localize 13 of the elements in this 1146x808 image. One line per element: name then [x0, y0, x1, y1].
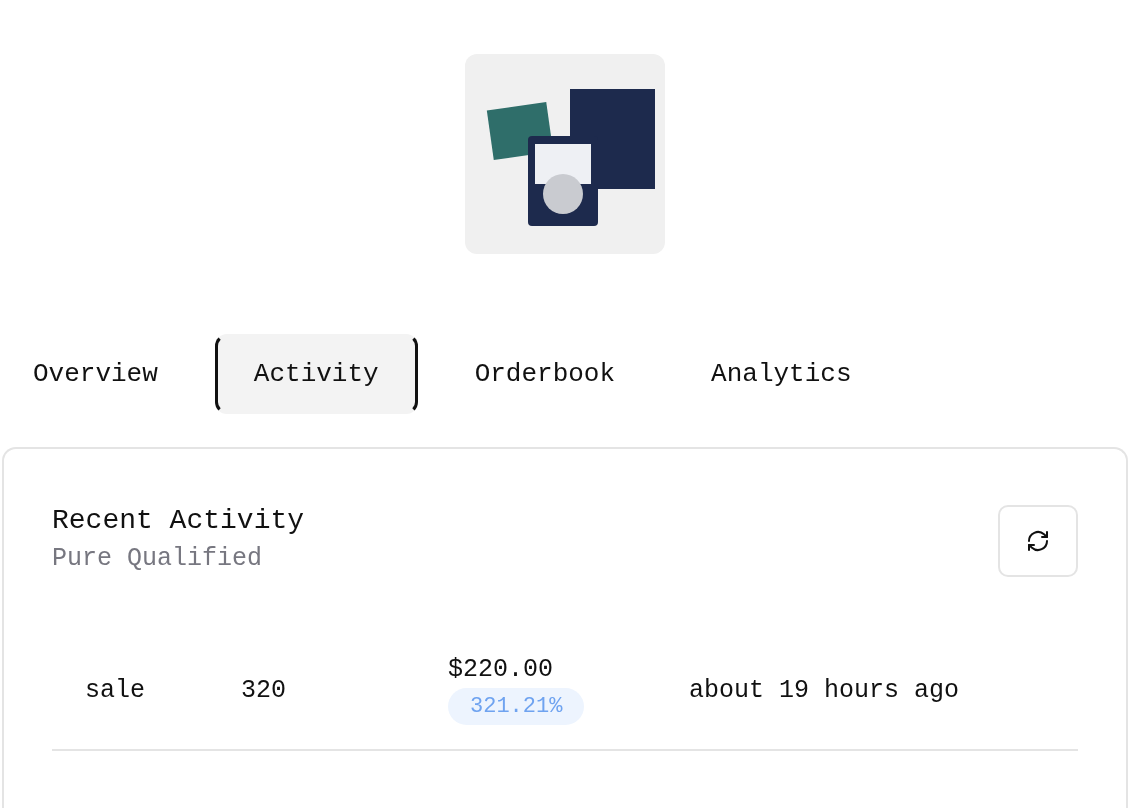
- quantity: 320: [241, 675, 287, 705]
- card-subtitle: Pure Qualified: [52, 544, 264, 573]
- tab[interactable]: Analytics: [672, 334, 891, 414]
- tab[interactable]: Overview: [0, 334, 197, 414]
- refresh-button[interactable]: [998, 505, 1078, 577]
- change-badge: 321.21%: [448, 688, 585, 725]
- tab[interactable]: Orderbook: [435, 334, 655, 414]
- activity-type: sale: [85, 675, 146, 705]
- price: $220.00: [448, 655, 554, 684]
- tab[interactable]: Activity: [214, 334, 418, 414]
- timestamp: about 19 hours ago: [689, 675, 960, 705]
- refresh-icon: [1026, 529, 1050, 553]
- card-title: Recent Activity: [52, 505, 305, 536]
